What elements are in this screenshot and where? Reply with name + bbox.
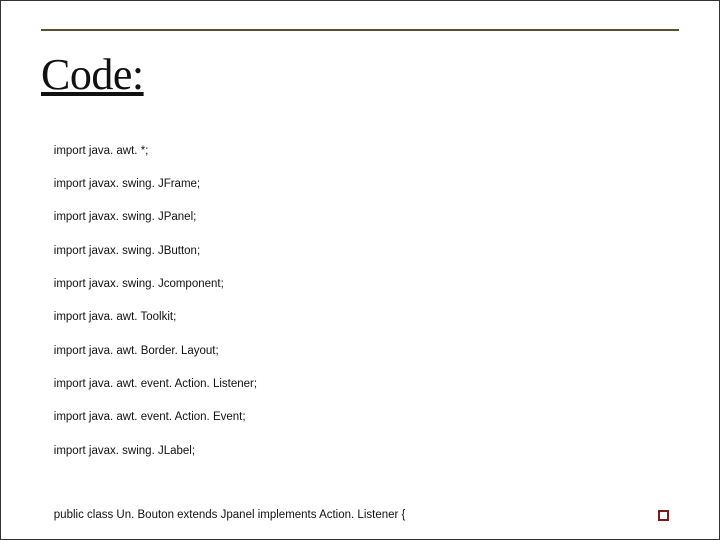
import-line: import javax. swing. JButton; (54, 245, 200, 257)
bullet-square-icon (658, 510, 669, 521)
import-line: import javax. swing. JFrame; (54, 178, 200, 190)
import-line: import javax. swing. JLabel; (54, 445, 195, 457)
import-line: import javax. swing. Jcomponent; (54, 278, 224, 290)
slide-title: Code: (41, 49, 679, 100)
import-line: import java. awt. Toolkit; (54, 311, 177, 323)
import-line: import java. awt. event. Action. Listene… (54, 378, 257, 390)
import-line: import java. awt. Border. Layout; (54, 345, 219, 357)
import-line: import java. awt. *; (54, 145, 149, 157)
import-line: import javax. swing. JPanel; (54, 211, 197, 223)
code-block: import java. awt. *; import javax. swing… (41, 126, 679, 540)
class-declaration: public class Un. Bouton extends Jpanel i… (54, 509, 406, 521)
import-line: import java. awt. event. Action. Event; (54, 411, 246, 423)
top-border (41, 1, 679, 31)
slide-frame: Code: import java. awt. *; import javax.… (0, 0, 720, 540)
